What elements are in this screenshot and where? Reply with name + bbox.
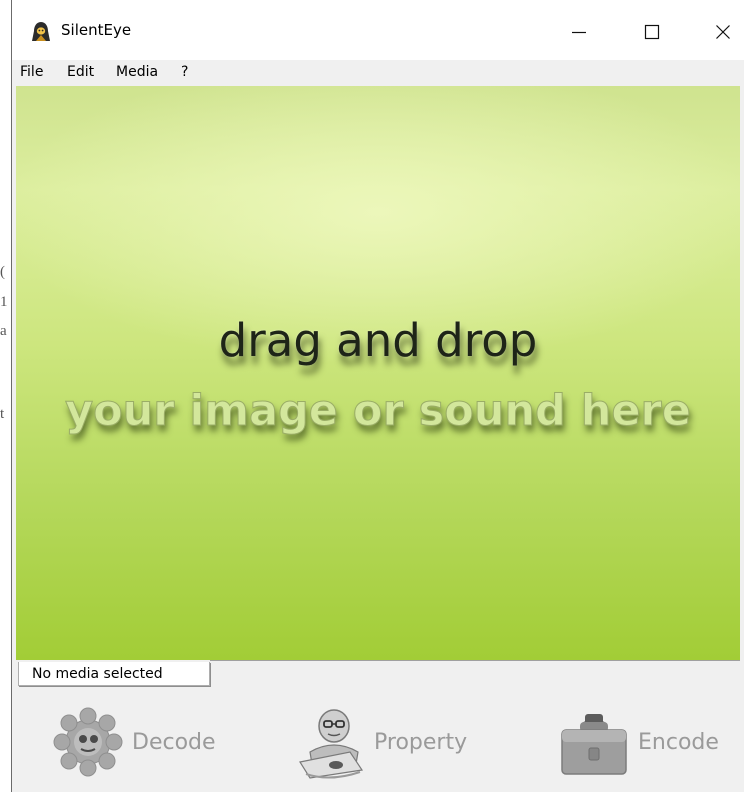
background-char: 1 bbox=[0, 294, 8, 310]
encode-label: Encode bbox=[638, 729, 719, 755]
decode-label: Decode bbox=[132, 729, 216, 755]
briefcase-icon bbox=[554, 702, 634, 782]
media-drop-zone[interactable]: drag and drop your image or sound here bbox=[16, 86, 740, 660]
background-char: t bbox=[0, 406, 5, 422]
maximize-button[interactable] bbox=[629, 10, 675, 54]
gear-badge-icon bbox=[48, 702, 128, 782]
background-char: a bbox=[0, 323, 7, 339]
decode-button[interactable]: Decode bbox=[48, 700, 216, 784]
property-label: Property bbox=[374, 729, 468, 755]
status-label: No media selected bbox=[18, 662, 210, 686]
drop-subheading: your image or sound here bbox=[65, 386, 692, 437]
title-bar[interactable]: SilentEye bbox=[12, 0, 744, 60]
silenteye-window: SilentEye File Edit Media ? drag and dro… bbox=[11, 0, 744, 792]
person-at-desk-icon bbox=[290, 702, 370, 782]
maximize-icon bbox=[644, 24, 660, 40]
menu-edit[interactable]: Edit bbox=[67, 64, 94, 80]
background-window-edge: ( 1 a t bbox=[0, 0, 10, 792]
status-divider bbox=[210, 660, 740, 661]
background-char: ( bbox=[0, 264, 5, 280]
minimize-icon bbox=[572, 31, 586, 34]
hooded-figure-icon bbox=[32, 22, 50, 41]
menu-file[interactable]: File bbox=[20, 64, 43, 80]
window-title: SilentEye bbox=[61, 21, 132, 39]
encode-button[interactable]: Encode bbox=[554, 700, 719, 784]
drop-heading: drag and drop bbox=[218, 314, 538, 367]
menu-bar: File Edit Media ? bbox=[12, 60, 744, 86]
close-button[interactable] bbox=[700, 10, 744, 54]
menu-media[interactable]: Media bbox=[116, 64, 158, 80]
property-button[interactable]: Property bbox=[290, 700, 467, 784]
menu-help[interactable]: ? bbox=[181, 64, 188, 80]
close-icon bbox=[716, 25, 730, 39]
minimize-button[interactable] bbox=[556, 10, 602, 54]
